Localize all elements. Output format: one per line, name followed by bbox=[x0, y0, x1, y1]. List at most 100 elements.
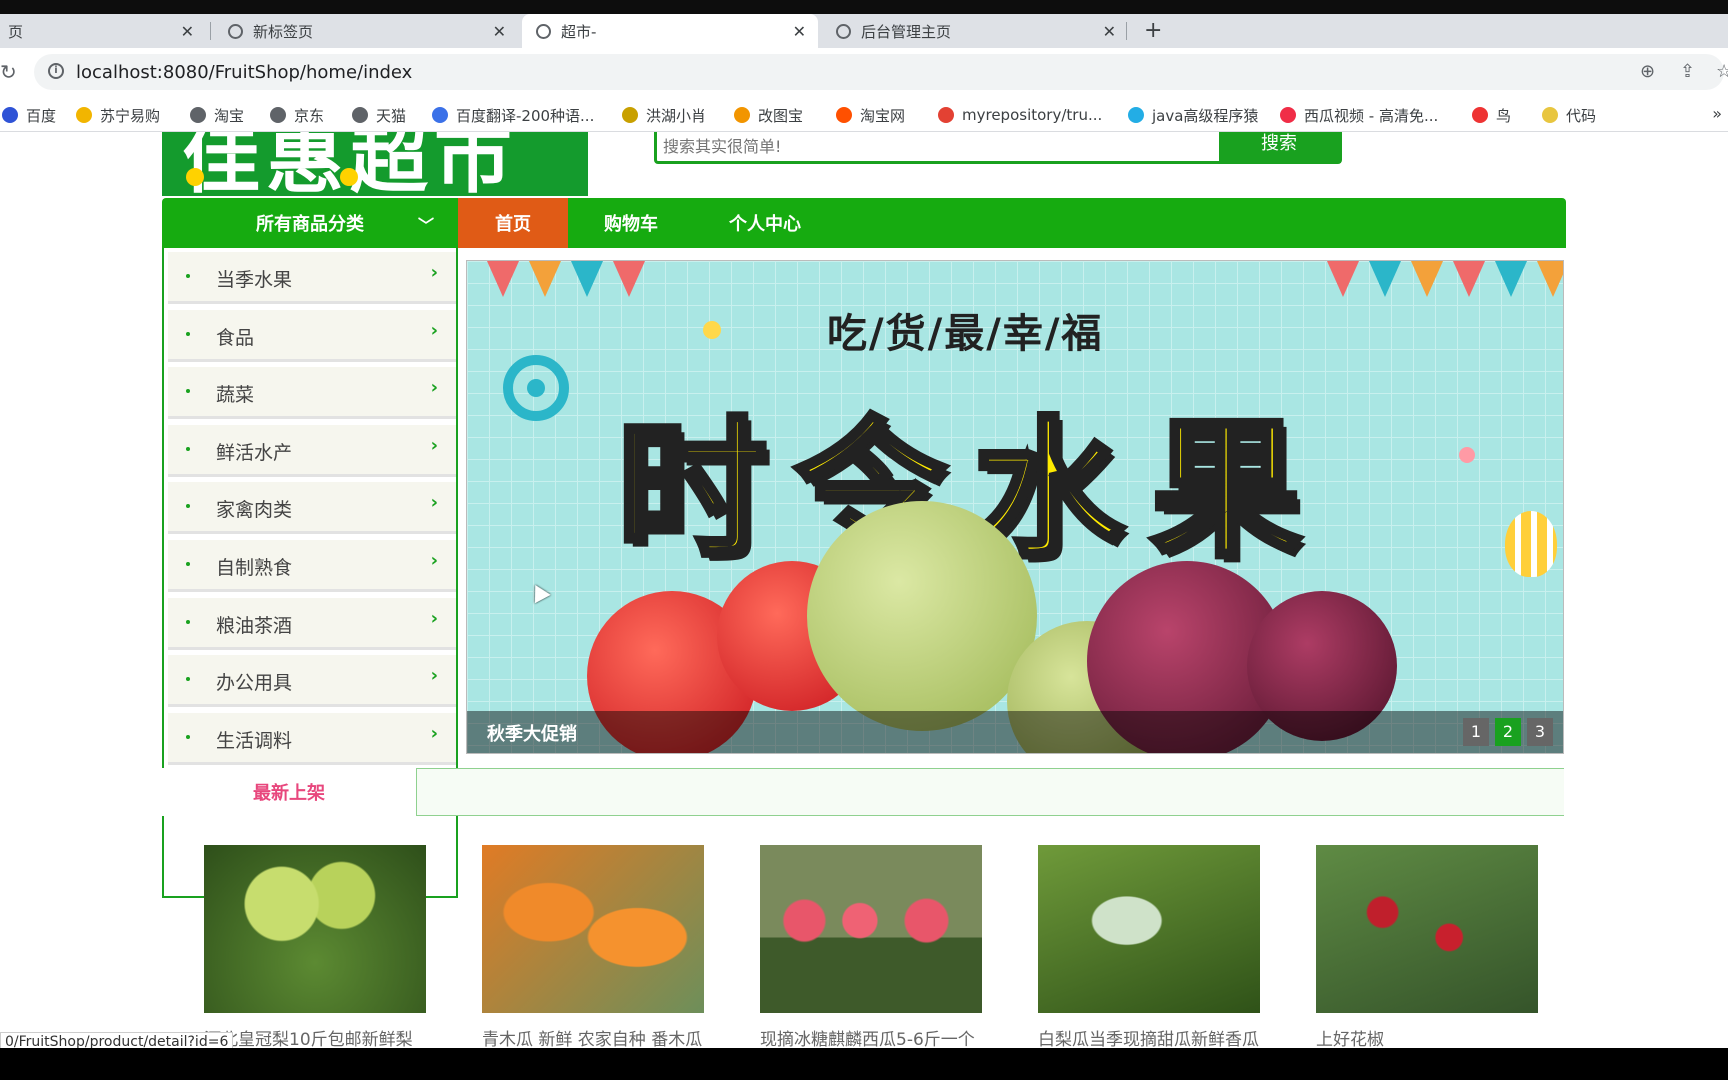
category-header-label: 所有商品分类 bbox=[256, 214, 364, 235]
bookmark-label: 苏宁易购 bbox=[100, 106, 161, 125]
bookmarks-more-button[interactable]: » bbox=[1712, 104, 1722, 123]
bookmark-12[interactable]: 西瓜视频 - 高清免... bbox=[1280, 104, 1438, 126]
category-item[interactable]: 粮油茶酒 › bbox=[168, 597, 456, 650]
category-item[interactable]: 鲜活水产 › bbox=[168, 424, 456, 477]
tab-3-active[interactable]: 超市- ✕ bbox=[522, 14, 818, 48]
hot-air-balloon-icon bbox=[1505, 511, 1557, 577]
search-button[interactable]: 搜索 bbox=[1219, 132, 1339, 161]
product-name[interactable]: 现摘冰糖麒麟西瓜5-6斤一个 bbox=[760, 1025, 982, 1048]
category-item[interactable]: 家禽肉类 › bbox=[168, 482, 456, 535]
product-card[interactable]: 河北皇冠梨10斤包邮新鲜梨 bbox=[204, 845, 426, 1048]
bookmark-label: 京东 bbox=[294, 106, 325, 125]
globe-icon bbox=[352, 107, 368, 123]
info-icon[interactable]: i bbox=[48, 63, 64, 79]
close-icon[interactable]: ✕ bbox=[493, 22, 506, 41]
bookmark-label: 淘宝网 bbox=[860, 106, 906, 125]
bookmark-13[interactable]: 鸟 bbox=[1472, 104, 1511, 126]
product-image[interactable] bbox=[1038, 845, 1260, 1013]
site-logo[interactable]: 佳惠超市 bbox=[162, 132, 588, 196]
bookmarks-bar: » 百度 苏宁易购 淘宝 京东 天猫 百度翻译-200种语... 洪湖小肖 改图宝 淘宝网 myr… bbox=[0, 98, 1728, 132]
zoom-icon[interactable]: ⊕ bbox=[1640, 61, 1655, 82]
product-image[interactable] bbox=[760, 845, 982, 1013]
category-item[interactable]: 自制熟食 › bbox=[168, 540, 456, 592]
reload-icon[interactable]: ↻ bbox=[0, 60, 17, 84]
bookmark-8[interactable]: 改图宝 bbox=[734, 104, 803, 126]
bookmark-10[interactable]: myrepository/tru... bbox=[938, 104, 1102, 126]
bookmark-2[interactable]: 苏宁易购 bbox=[76, 104, 160, 126]
carousel-page-3[interactable]: 3 bbox=[1527, 718, 1553, 746]
bookmark-7[interactable]: 洪湖小肖 bbox=[622, 104, 706, 126]
screen: 页 ✕ 新标签页 ✕ 超市- ✕ 后台管理主页 ✕ + ↻ i localhos… bbox=[0, 0, 1728, 1080]
nav-home[interactable]: 首页 bbox=[458, 198, 568, 248]
bookmark-label: 改图宝 bbox=[758, 106, 804, 125]
nav-cart[interactable]: 购物车 bbox=[568, 198, 694, 248]
product-image[interactable] bbox=[482, 845, 704, 1013]
product-name[interactable]: 上好花椒 bbox=[1316, 1025, 1538, 1048]
bookmark-14[interactable]: 代码 bbox=[1542, 104, 1596, 126]
tab-2[interactable]: 新标签页 ✕ bbox=[214, 14, 518, 48]
category-item[interactable]: 食品 › bbox=[168, 309, 456, 362]
chevron-right-icon: › bbox=[430, 434, 438, 456]
product-card[interactable]: 上好花椒 bbox=[1316, 845, 1538, 1048]
carousel-page-2[interactable]: 2 bbox=[1495, 718, 1521, 746]
bullet-dot bbox=[186, 619, 190, 624]
banner-subtitle: 吃/货/最/幸/福 bbox=[827, 311, 1104, 357]
product-card[interactable]: 白梨瓜当季现摘甜瓜新鲜香瓜 bbox=[1038, 845, 1260, 1048]
chevron-right-icon: › bbox=[430, 492, 438, 514]
address-bar[interactable]: i localhost:8080/FruitShop/home/index ⊕ … bbox=[34, 54, 1728, 90]
chevron-right-icon: › bbox=[430, 319, 438, 341]
search-box: 搜索 bbox=[654, 132, 1342, 164]
bookmark-9[interactable]: 淘宝网 bbox=[836, 104, 905, 126]
category-item[interactable]: 当季水果 › bbox=[168, 252, 456, 304]
new-tab-button[interactable]: + bbox=[1144, 18, 1162, 43]
product-name[interactable]: 白梨瓜当季现摘甜瓜新鲜香瓜 bbox=[1038, 1025, 1260, 1048]
category-header[interactable]: 所有商品分类 ﹀ bbox=[162, 198, 458, 248]
nav-profile[interactable]: 个人中心 bbox=[694, 198, 836, 248]
bookmark-1[interactable]: 百度 bbox=[2, 104, 56, 126]
main-nav: 所有商品分类 ﹀ 首页 购物车 个人中心 bbox=[162, 198, 1566, 248]
category-label: 当季水果 bbox=[216, 269, 293, 291]
product-card[interactable]: 现摘冰糖麒麟西瓜5-6斤一个 bbox=[760, 845, 982, 1048]
close-icon[interactable]: ✕ bbox=[181, 22, 194, 41]
pennant-flag bbox=[1369, 261, 1401, 297]
translate-icon bbox=[432, 107, 448, 123]
target-ring-decoration bbox=[503, 355, 569, 421]
bullet-dot bbox=[186, 504, 190, 509]
search-input[interactable] bbox=[657, 132, 1221, 161]
promo-banner[interactable]: 吃/货/最/幸/福 时令水果 秋季大促销 1 2 3 bbox=[466, 260, 1564, 754]
tab-1[interactable]: 页 ✕ bbox=[0, 14, 206, 48]
product-image[interactable] bbox=[204, 845, 426, 1013]
url-text[interactable]: localhost:8080/FruitShop/home/index bbox=[76, 62, 412, 83]
product-name[interactable]: 河北皇冠梨10斤包邮新鲜梨 bbox=[204, 1025, 426, 1048]
product-image[interactable] bbox=[1316, 845, 1538, 1013]
screen-bottom-edge bbox=[0, 1048, 1728, 1080]
chevron-down-icon: ﹀ bbox=[417, 216, 434, 235]
pennant-flag bbox=[1453, 261, 1485, 297]
category-label: 鲜活水产 bbox=[216, 441, 293, 464]
tab-label: 超市- bbox=[561, 22, 597, 41]
carousel-page-1[interactable]: 1 bbox=[1463, 718, 1489, 746]
chrome-icon bbox=[938, 107, 954, 123]
category-item[interactable]: 生活调料 › bbox=[168, 712, 456, 765]
bookmark-star-icon[interactable]: ☆ bbox=[1716, 61, 1728, 82]
taobao-icon bbox=[836, 107, 852, 123]
product-name[interactable]: 青木瓜 新鲜 农家自种 番木瓜 bbox=[482, 1025, 704, 1048]
banner-caption: 秋季大促销 bbox=[487, 724, 577, 745]
bookmark-4[interactable]: 京东 bbox=[270, 104, 324, 126]
bullet-dot bbox=[186, 446, 190, 451]
bookmark-3[interactable]: 淘宝 bbox=[190, 104, 244, 126]
close-icon[interactable]: ✕ bbox=[793, 22, 806, 41]
chevron-right-icon: › bbox=[430, 262, 438, 283]
bookmark-6[interactable]: 百度翻译-200种语... bbox=[432, 104, 594, 126]
tab-4[interactable]: 后台管理主页 ✕ bbox=[822, 14, 1128, 48]
logo-dot bbox=[186, 168, 204, 186]
category-item[interactable]: 办公用具 › bbox=[168, 655, 456, 708]
close-icon[interactable]: ✕ bbox=[1103, 22, 1116, 41]
bookmark-11[interactable]: java高级程序猿 bbox=[1128, 104, 1258, 126]
share-icon[interactable]: ⇪ bbox=[1680, 61, 1695, 82]
category-label: 食品 bbox=[216, 326, 255, 349]
category-item[interactable]: 蔬菜 › bbox=[168, 367, 456, 420]
product-card[interactable]: 青木瓜 新鲜 农家自种 番木瓜 bbox=[482, 845, 704, 1048]
tab-newest[interactable]: 最新上架 bbox=[162, 768, 416, 816]
bookmark-5[interactable]: 天猫 bbox=[352, 104, 406, 126]
